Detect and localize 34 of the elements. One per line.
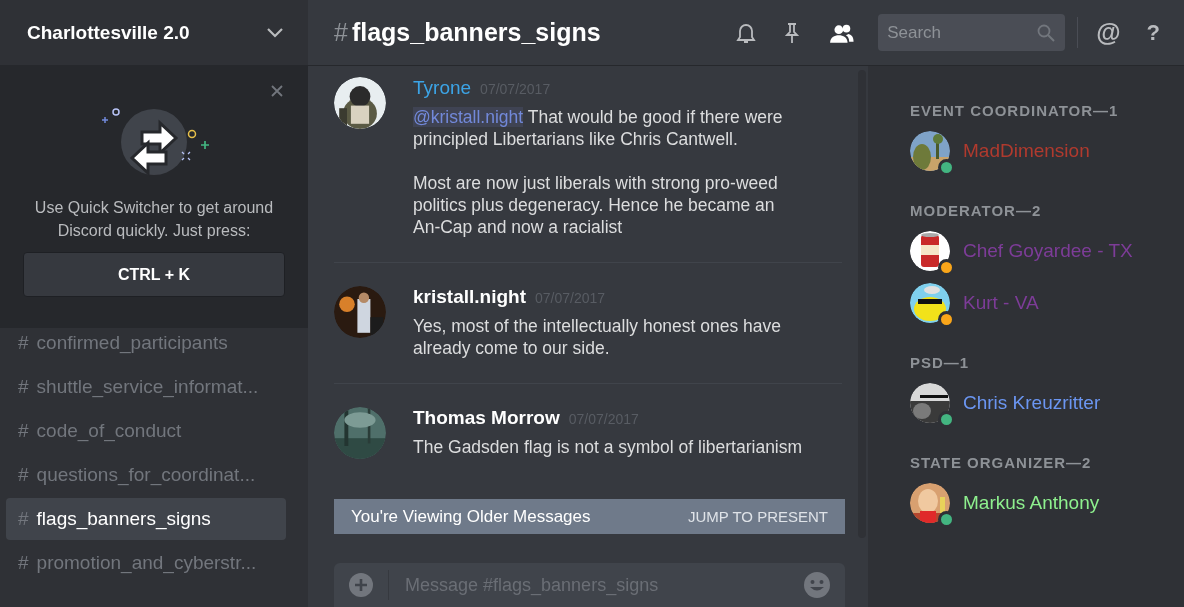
chevron-down-icon[interactable] [266,27,284,38]
author-name[interactable]: Tyrone [413,77,472,99]
channel-title: flags_banners_signs [351,18,601,47]
member-name[interactable]: Chris Kreuzritter [963,392,1101,414]
role-heading: PSD—1 [910,354,971,371]
close-icon[interactable] [270,84,284,98]
help-button[interactable]: ? [1146,19,1160,46]
jump-to-present-link[interactable]: JUMP TO PRESENT [687,508,828,525]
member-name[interactable]: MadDimension [963,140,1090,162]
mention-link[interactable]: @kristall.night [413,107,524,127]
message-text: Most are now just liberals with strong pro-weed politics plus degeneracy. Hence he became an An-Cap and now a racialist [413,172,779,238]
older-messages-notice: You're Viewing Older Messages [351,506,591,527]
role-heading: MODERATOR—2 [910,202,1043,219]
quick-switcher-message: Use Quick Switcher to get around Discord quickly. Just press: [33,198,275,241]
channel-item[interactable]: # questions_for_coordinat... [6,454,286,496]
message-text: Yes, most of the intellectually honest ones have already come to our side. [413,315,783,359]
message-text: @kristall.night That would be good if there were principled Libertarians like Chris Cantwell. [413,106,784,150]
search-icon [1037,24,1056,42]
author-name[interactable]: Thomas Morrow [413,407,560,429]
channel-item[interactable]: # flags_banners_signs [6,498,286,540]
shortcut-button[interactable]: CTRL + K [23,252,285,297]
role-heading: EVENT COORDINATOR—1 [910,102,1120,119]
channel-item[interactable]: # shuttle_service_informat... [6,366,286,408]
channel-item[interactable]: # confirmed_participants [6,322,286,364]
channel-hash: # [334,18,348,47]
author-name[interactable]: kristall.night [413,286,526,308]
server-name[interactable]: Charlottesville 2.0 [27,21,190,44]
search-field[interactable]: Search [878,14,1066,51]
channel-item[interactable]: # code_of_conduct [6,410,286,452]
member-name[interactable]: Markus Anthony [963,492,1100,514]
mentions-button[interactable]: @ [1096,18,1121,47]
role-heading: STATE ORGANIZER—2 [910,454,1093,471]
message-text: The Gadsden flag is not a symbol of libertarianism [413,436,804,458]
channel-item[interactable]: # promotion_and_cyberstr... [6,542,286,584]
